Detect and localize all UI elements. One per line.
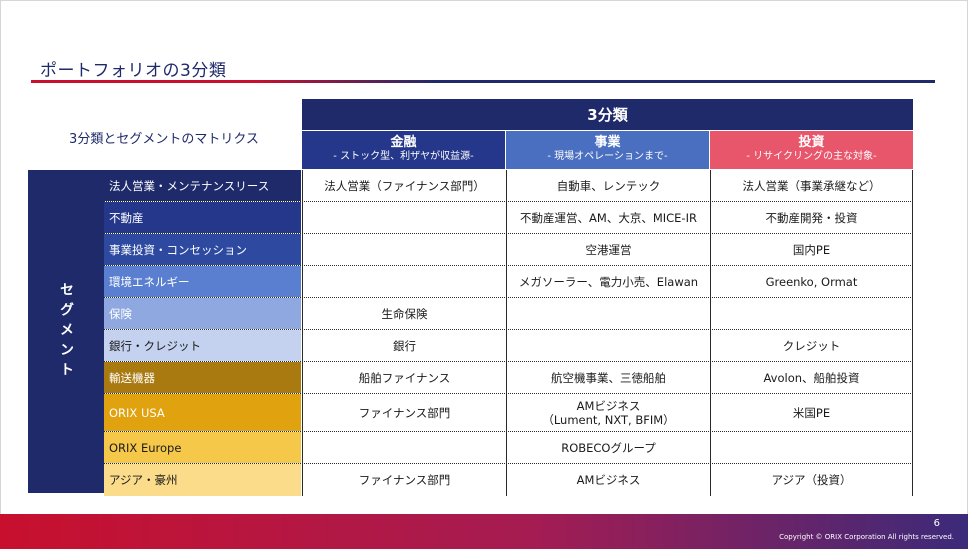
investment-cell: 不動産開発・投資 bbox=[710, 202, 913, 233]
operations-cell: 航空機事業、三徳船舶 bbox=[506, 362, 710, 393]
investment-cell: クレジット bbox=[710, 330, 913, 361]
segment-label: 環境エネルギー bbox=[104, 266, 302, 297]
segment-label: 保険 bbox=[104, 298, 302, 329]
finance-cell bbox=[302, 432, 506, 463]
segment-label: 法人営業・メンテナンスリース bbox=[104, 170, 302, 201]
investment-cell: アジア（投資） bbox=[710, 464, 913, 496]
segment-label: 事業投資・コンセッション bbox=[104, 234, 302, 265]
investment-cell: Avolon、船舶投資 bbox=[710, 362, 913, 393]
segment-label: ORIX Europe bbox=[104, 432, 302, 463]
operations-cell: メガソーラー、電力小売、Elawan bbox=[506, 266, 710, 297]
investment-cell: 国内PE bbox=[710, 234, 913, 265]
title-divider bbox=[31, 80, 935, 83]
table-row: 保険 生命保険 bbox=[104, 298, 913, 330]
segment-label: 不動産 bbox=[104, 202, 302, 233]
operations-cell: 空港運営 bbox=[506, 234, 710, 265]
segment-header-label: セグメント bbox=[58, 281, 74, 382]
finance-cell: 銀行 bbox=[302, 330, 506, 361]
table-row: 事業投資・コンセッション 空港運営 国内PE bbox=[104, 234, 913, 266]
segment-label: 銀行・クレジット bbox=[104, 330, 302, 361]
operations-cell: 不動産運営、AM、大京、MICE-IR bbox=[506, 202, 710, 233]
investment-cell: Greenko, Ormat bbox=[710, 266, 913, 297]
page-title: ポートフォリオの3分類 bbox=[40, 61, 227, 81]
investment-cell bbox=[710, 298, 913, 329]
operations-cell: AMビジネス bbox=[506, 464, 710, 496]
table-row: ORIX USA ファイナンス部門 AMビジネス （Lument, NXT, B… bbox=[104, 394, 913, 432]
page-number: 6 bbox=[933, 518, 940, 529]
column-header-subtitle: - ストック型、利ザヤが収益源- bbox=[333, 151, 474, 162]
operations-cell: 自動車、レンテック bbox=[506, 170, 710, 201]
copyright-notice: Copyright © ORIX Corporation All rights … bbox=[779, 533, 954, 541]
column-header-subtitle: - 現場オペレーションまで- bbox=[547, 151, 668, 162]
investment-cell: 米国PE bbox=[710, 394, 913, 431]
segment-label: アジア・豪州 bbox=[104, 464, 302, 496]
segment-header: セグメント bbox=[28, 170, 104, 493]
operations-cell: AMビジネス （Lument, NXT, BFIM） bbox=[506, 394, 710, 431]
table-row: 銀行・クレジット 銀行 クレジット bbox=[104, 330, 913, 362]
finance-cell bbox=[302, 202, 506, 233]
investment-cell: 法人営業（事業承継など） bbox=[710, 170, 913, 201]
segment-label: 輸送機器 bbox=[104, 362, 302, 393]
table-row: 法人営業・メンテナンスリース 法人営業（ファイナンス部門） 自動車、レンテック … bbox=[104, 170, 913, 202]
finance-cell: 法人営業（ファイナンス部門） bbox=[302, 170, 506, 201]
operations-cell bbox=[506, 298, 710, 329]
column-header-operations: 事業 - 現場オペレーションまで- bbox=[506, 131, 709, 169]
classification-header: 3分類 bbox=[302, 99, 913, 130]
finance-cell: ファイナンス部門 bbox=[302, 394, 506, 431]
finance-cell bbox=[302, 234, 506, 265]
column-header-title: 金融 bbox=[390, 135, 417, 150]
table-row: 環境エネルギー メガソーラー、電力小売、Elawan Greenko, Orma… bbox=[104, 266, 913, 298]
finance-cell: ファイナンス部門 bbox=[302, 464, 506, 496]
investment-cell bbox=[710, 432, 913, 463]
table-row: アジア・豪州 ファイナンス部門 AMビジネス アジア（投資） bbox=[104, 464, 913, 496]
matrix-table: 法人営業・メンテナンスリース 法人営業（ファイナンス部門） 自動車、レンテック … bbox=[104, 170, 913, 496]
table-row: 不動産 不動産運営、AM、大京、MICE-IR 不動産開発・投資 bbox=[104, 202, 913, 234]
column-header-title: 投資 bbox=[798, 135, 825, 150]
column-header-investment: 投資 - リサイクリングの主な対象- bbox=[710, 131, 913, 169]
column-header-finance: 金融 - ストック型、利ザヤが収益源- bbox=[302, 131, 505, 169]
footer-bar bbox=[0, 514, 968, 549]
finance-cell bbox=[302, 266, 506, 297]
operations-cell bbox=[506, 330, 710, 361]
column-header-title: 事業 bbox=[594, 135, 621, 150]
finance-cell: 船舶ファイナンス bbox=[302, 362, 506, 393]
table-row: 輸送機器 船舶ファイナンス 航空機事業、三徳船舶 Avolon、船舶投資 bbox=[104, 362, 913, 394]
segment-label: ORIX USA bbox=[104, 394, 302, 431]
matrix-label: 3分類とセグメントのマトリクス bbox=[69, 132, 259, 147]
finance-cell: 生命保険 bbox=[302, 298, 506, 329]
table-row: ORIX Europe ROBECOグループ bbox=[104, 432, 913, 464]
operations-cell: ROBECOグループ bbox=[506, 432, 710, 463]
column-header-subtitle: - リサイクリングの主な対象- bbox=[746, 151, 877, 162]
